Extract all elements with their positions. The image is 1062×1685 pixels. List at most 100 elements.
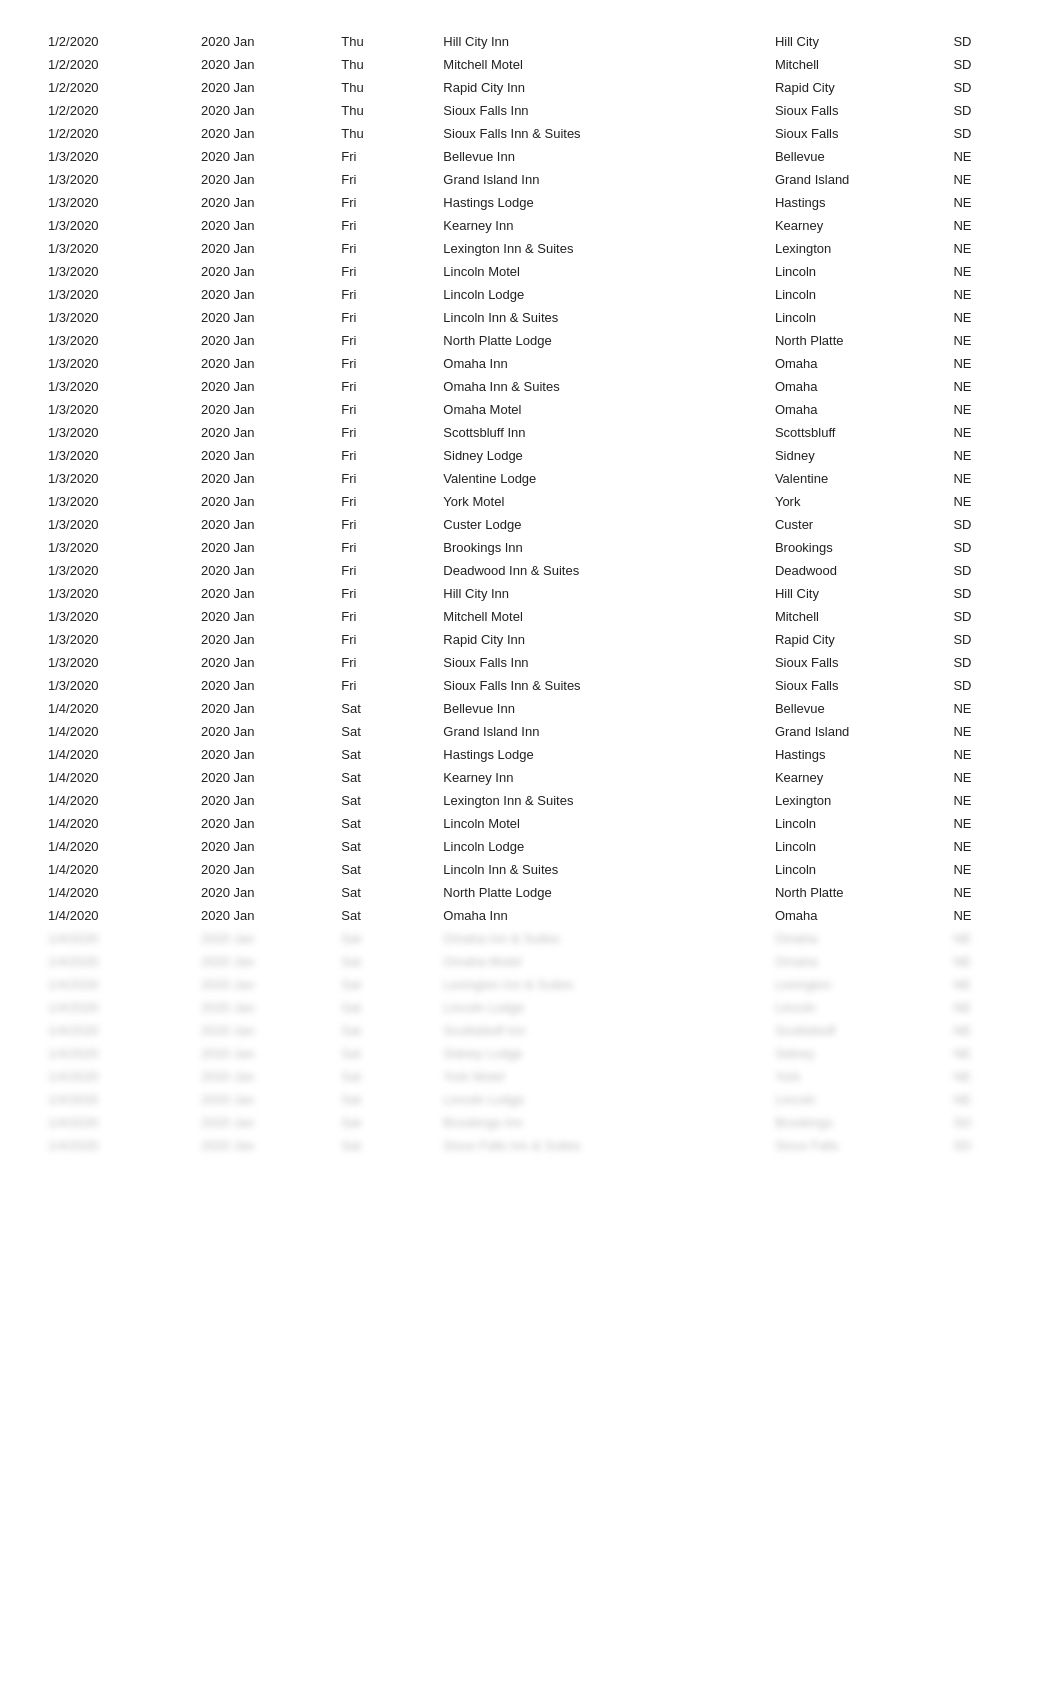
cell-city: Lincoln	[767, 260, 946, 283]
cell-month: 2020 Jan	[193, 536, 333, 559]
cell-name: Lincoln Lodge	[435, 1088, 767, 1111]
cell-month: 2020 Jan	[193, 950, 333, 973]
cell-date: 1/3/2020	[40, 513, 193, 536]
cell-date: 1/2/2020	[40, 99, 193, 122]
cell-state: NE	[945, 1042, 1022, 1065]
cell-month: 2020 Jan	[193, 122, 333, 145]
cell-day: Fri	[333, 559, 435, 582]
cell-city: York	[767, 1065, 946, 1088]
cell-date: 1/4/2020	[40, 720, 193, 743]
cell-date: 1/3/2020	[40, 306, 193, 329]
table-row: 1/3/2020 2020 Jan Fri Hill City Inn Hill…	[40, 582, 1022, 605]
cell-date: 1/4/2020	[40, 697, 193, 720]
table-row: 1/4/2020 2020 Jan Sat Lexington Inn & Su…	[40, 789, 1022, 812]
cell-date: 1/3/2020	[40, 536, 193, 559]
cell-city: Omaha	[767, 950, 946, 973]
cell-month: 2020 Jan	[193, 651, 333, 674]
cell-day: Sat	[333, 789, 435, 812]
cell-state: SD	[945, 628, 1022, 651]
cell-day: Thu	[333, 30, 435, 53]
cell-name: Hill City Inn	[435, 30, 767, 53]
cell-date: 1/4/2020	[40, 835, 193, 858]
cell-month: 2020 Jan	[193, 605, 333, 628]
cell-name: Omaha Inn & Suites	[435, 375, 767, 398]
cell-day: Sat	[333, 697, 435, 720]
cell-date: 1/3/2020	[40, 421, 193, 444]
cell-day: Sat	[333, 950, 435, 973]
cell-date: 1/3/2020	[40, 467, 193, 490]
cell-day: Sat	[333, 881, 435, 904]
cell-state: NE	[945, 973, 1022, 996]
cell-day: Sat	[333, 1019, 435, 1042]
cell-day: Fri	[333, 306, 435, 329]
cell-city: Lincoln	[767, 835, 946, 858]
cell-city: Lincoln	[767, 1088, 946, 1111]
cell-day: Fri	[333, 375, 435, 398]
cell-city: Sioux Falls	[767, 674, 946, 697]
table-row: 1/3/2020 2020 Jan Fri Sioux Falls Inn Si…	[40, 651, 1022, 674]
cell-name: Lincoln Lodge	[435, 996, 767, 1019]
cell-day: Sat	[333, 1134, 435, 1157]
cell-day: Fri	[333, 191, 435, 214]
table-row: 1/4/2020 2020 Jan Sat North Platte Lodge…	[40, 881, 1022, 904]
table-row-blurred: 1/4/2020 2020 Jan Sat Omaha Inn & Suites…	[40, 927, 1022, 950]
table-row: 1/4/2020 2020 Jan Sat Lincoln Lodge Linc…	[40, 835, 1022, 858]
cell-month: 2020 Jan	[193, 559, 333, 582]
cell-state: NE	[945, 904, 1022, 927]
cell-month: 2020 Jan	[193, 76, 333, 99]
cell-state: NE	[945, 467, 1022, 490]
cell-state: NE	[945, 927, 1022, 950]
cell-name: Rapid City Inn	[435, 628, 767, 651]
cell-month: 2020 Jan	[193, 283, 333, 306]
cell-city: Omaha	[767, 375, 946, 398]
cell-month: 2020 Jan	[193, 168, 333, 191]
cell-day: Thu	[333, 76, 435, 99]
cell-state: SD	[945, 674, 1022, 697]
table-row: 1/3/2020 2020 Jan Fri Sioux Falls Inn & …	[40, 674, 1022, 697]
cell-name: Kearney Inn	[435, 766, 767, 789]
cell-city: Lincoln	[767, 283, 946, 306]
cell-month: 2020 Jan	[193, 858, 333, 881]
cell-month: 2020 Jan	[193, 191, 333, 214]
cell-date: 1/4/2020	[40, 927, 193, 950]
cell-city: Lincoln	[767, 858, 946, 881]
cell-city: Grand Island	[767, 720, 946, 743]
table-row: 1/4/2020 2020 Jan Sat Bellevue Inn Belle…	[40, 697, 1022, 720]
cell-state: NE	[945, 283, 1022, 306]
cell-month: 2020 Jan	[193, 30, 333, 53]
cell-month: 2020 Jan	[193, 1042, 333, 1065]
data-table: 1/2/2020 2020 Jan Thu Hill City Inn Hill…	[40, 30, 1022, 1157]
cell-month: 2020 Jan	[193, 99, 333, 122]
cell-date: 1/3/2020	[40, 375, 193, 398]
cell-city: Bellevue	[767, 697, 946, 720]
cell-state: SD	[945, 99, 1022, 122]
cell-day: Fri	[333, 352, 435, 375]
cell-date: 1/3/2020	[40, 582, 193, 605]
cell-day: Sat	[333, 1065, 435, 1088]
cell-state: NE	[945, 835, 1022, 858]
cell-date: 1/3/2020	[40, 628, 193, 651]
cell-name: Sioux Falls Inn & Suites	[435, 674, 767, 697]
cell-name: Mitchell Motel	[435, 53, 767, 76]
cell-city: Sidney	[767, 444, 946, 467]
cell-name: Lincoln Motel	[435, 812, 767, 835]
cell-name: Deadwood Inn & Suites	[435, 559, 767, 582]
cell-month: 2020 Jan	[193, 329, 333, 352]
cell-date: 1/4/2020	[40, 1111, 193, 1134]
cell-date: 1/3/2020	[40, 191, 193, 214]
cell-day: Fri	[333, 628, 435, 651]
cell-state: NE	[945, 145, 1022, 168]
cell-day: Fri	[333, 536, 435, 559]
table-row: 1/3/2020 2020 Jan Fri Bellevue Inn Belle…	[40, 145, 1022, 168]
cell-month: 2020 Jan	[193, 881, 333, 904]
cell-month: 2020 Jan	[193, 1134, 333, 1157]
cell-date: 1/4/2020	[40, 1065, 193, 1088]
cell-name: Lincoln Lodge	[435, 835, 767, 858]
table-row: 1/2/2020 2020 Jan Thu Hill City Inn Hill…	[40, 30, 1022, 53]
cell-month: 2020 Jan	[193, 444, 333, 467]
cell-date: 1/3/2020	[40, 674, 193, 697]
table-row: 1/3/2020 2020 Jan Fri Deadwood Inn & Sui…	[40, 559, 1022, 582]
cell-day: Thu	[333, 53, 435, 76]
table-row: 1/4/2020 2020 Jan Sat Kearney Inn Kearne…	[40, 766, 1022, 789]
cell-day: Sat	[333, 996, 435, 1019]
